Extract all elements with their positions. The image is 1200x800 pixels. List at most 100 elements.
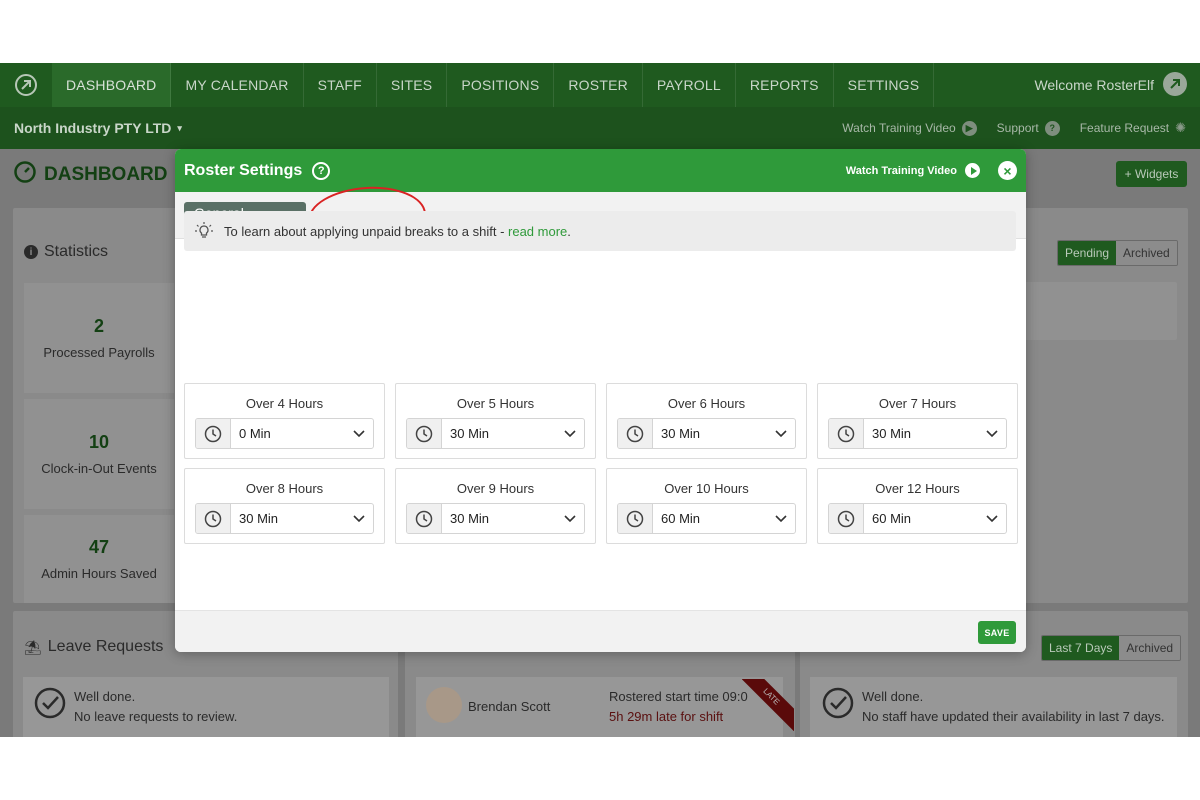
stat-label: Processed Payrolls: [43, 345, 155, 360]
availability-message: Well done. No staff have updated their a…: [862, 687, 1165, 727]
user-menu[interactable]: Welcome RosterElf: [1034, 63, 1200, 107]
nav-payroll[interactable]: PAYROLL: [643, 63, 736, 107]
clock-status: Rostered start time 09:0 5h 29m late for…: [609, 687, 748, 727]
check-circle-icon: [822, 687, 854, 724]
archived-toggle[interactable]: Archived: [1119, 636, 1181, 660]
nav-dashboard[interactable]: DASHBOARD: [52, 63, 172, 107]
clock-icon: [407, 504, 442, 533]
dashboard-title-text: DASHBOARD: [44, 164, 168, 185]
break-rule-box: Over 7 Hours 30 Min: [817, 383, 1018, 459]
nav-settings[interactable]: SETTINGS: [834, 63, 935, 107]
check-circle-icon: [34, 687, 66, 724]
avail-done-text: Well done.: [862, 689, 924, 704]
modal-training-video-link[interactable]: Watch Training Video: [846, 165, 957, 177]
support-link[interactable]: Support ?: [996, 120, 1060, 136]
break-rule-label: Over 5 Hours: [456, 396, 535, 411]
break-rule-box: Over 5 Hours 30 Min: [395, 383, 596, 459]
break-rule-label: Over 4 Hours: [245, 396, 324, 411]
break-duration-value: 30 Min: [450, 511, 490, 526]
training-video-label: Watch Training Video: [842, 121, 956, 135]
app-frame: DASHBOARD MY CALENDAR STAFF SITES POSITI…: [0, 63, 1200, 737]
modal-header: Roster Settings ? Watch Training Video ×: [175, 149, 1026, 192]
break-duration-select[interactable]: 60 Min: [617, 503, 796, 534]
dashboard-title: DASHBOARD: [14, 161, 168, 189]
break-duration-value: 30 Min: [872, 426, 912, 441]
company-name: North Industry PTY LTD: [14, 120, 172, 136]
break-rule-label: Over 10 Hours: [664, 481, 749, 496]
user-avatar-icon[interactable]: [1162, 71, 1188, 100]
read-more-link[interactable]: read more: [508, 224, 567, 239]
leave-requests-title: Leave Requests: [47, 638, 164, 655]
beach-icon: ⛱: [24, 638, 42, 655]
break-duration-select[interactable]: 0 Min: [195, 418, 374, 449]
break-rule-box: Over 10 Hours 60 Min: [606, 468, 807, 544]
break-duration-select[interactable]: 30 Min: [617, 418, 796, 449]
late-text: 5h 29m late for shift: [609, 709, 724, 724]
help-icon[interactable]: ?: [312, 161, 331, 180]
break-duration-select[interactable]: 30 Min: [195, 503, 374, 534]
nav-roster[interactable]: ROSTER: [554, 63, 643, 107]
leave-msg-text: No leave requests to review.: [74, 709, 238, 724]
stat-value: 2: [93, 316, 104, 336]
nav-sites[interactable]: SITES: [377, 63, 448, 107]
leave-requests-message: Well done. No leave requests to review.: [74, 687, 237, 727]
roster-settings-modal: Roster Settings ? Watch Training Video ×…: [175, 149, 1026, 652]
chevron-down-icon: [767, 419, 795, 448]
break-duration-select[interactable]: 30 Min: [406, 503, 585, 534]
pending-archived-toggle: Pending Archived: [1057, 240, 1178, 266]
lightbulb-icon: [194, 221, 214, 241]
welcome-text: Welcome RosterElf: [1034, 77, 1154, 93]
availability-toggle: Last 7 Days Archived: [1041, 635, 1182, 661]
stat-card: 10 Clock-in-Out Events: [24, 399, 174, 509]
late-badge: LATE: [742, 679, 794, 731]
archived-toggle[interactable]: Archived: [1116, 241, 1177, 265]
nav-staff[interactable]: STAFF: [304, 63, 377, 107]
sub-nav: North Industry PTY LTD ▾ Watch Training …: [0, 107, 1200, 149]
clock-icon: [618, 504, 653, 533]
clock-staff-name[interactable]: Brendan Scott: [468, 697, 550, 717]
leave-done-text: Well done.: [74, 689, 136, 704]
break-duration-value: 30 Min: [450, 426, 490, 441]
training-video-link[interactable]: Watch Training Video ▶: [842, 120, 977, 136]
modal-footer: SAVE: [175, 610, 1026, 652]
feature-request-link[interactable]: Feature Request ✺: [1080, 120, 1186, 136]
chevron-down-icon: [556, 419, 584, 448]
pending-toggle[interactable]: Pending: [1058, 241, 1117, 265]
nav-positions[interactable]: POSITIONS: [447, 63, 555, 107]
break-rule-label: Over 12 Hours: [875, 481, 960, 496]
unpaid-breaks-grid: Over 4 Hours 0 Min Over 5 Hours 30 Min O…: [184, 383, 1018, 544]
nav-my-calendar[interactable]: MY CALENDAR: [171, 63, 304, 107]
nav-reports[interactable]: REPORTS: [736, 63, 834, 107]
stat-card: 2 Processed Payrolls: [24, 283, 174, 393]
statistics-title: Statistics: [44, 243, 109, 260]
break-rule-label: Over 8 Hours: [245, 481, 324, 496]
modal-title: Roster Settings: [184, 161, 303, 179]
add-widgets-button[interactable]: + Widgets: [1116, 161, 1187, 187]
info-text: To learn about applying unpaid breaks to…: [224, 224, 571, 239]
chevron-down-icon: [556, 504, 584, 533]
close-icon[interactable]: ×: [998, 161, 1017, 180]
break-rule-box: Over 12 Hours 60 Min: [817, 468, 1018, 544]
stat-value: 47: [88, 537, 110, 557]
break-duration-value: 0 Min: [239, 426, 271, 441]
break-rule-label: Over 9 Hours: [456, 481, 535, 496]
break-duration-select[interactable]: 30 Min: [406, 418, 585, 449]
company-selector[interactable]: North Industry PTY LTD ▾: [14, 120, 182, 136]
stats-right-panel: [1024, 282, 1177, 340]
feature-request-label: Feature Request: [1079, 121, 1170, 135]
question-circle-icon: ?: [1044, 120, 1060, 136]
save-button[interactable]: SAVE: [978, 621, 1016, 644]
play-icon[interactable]: [965, 163, 980, 178]
break-duration-select[interactable]: 60 Min: [828, 503, 1007, 534]
logo-icon[interactable]: [0, 63, 52, 107]
rostered-start-text: Rostered start time 09:0: [609, 689, 748, 704]
last-7-days-toggle[interactable]: Last 7 Days: [1042, 636, 1120, 660]
break-duration-value: 60 Min: [872, 511, 912, 526]
info-bar: To learn about applying unpaid breaks to…: [184, 211, 1016, 251]
top-nav: DASHBOARD MY CALENDAR STAFF SITES POSITI…: [0, 63, 1200, 107]
late-ribbon: LATE: [742, 679, 794, 731]
avail-msg-text: No staff have updated their availability…: [862, 709, 1165, 724]
support-label: Support: [996, 121, 1039, 135]
break-duration-select[interactable]: 30 Min: [828, 418, 1007, 449]
break-duration-value: 30 Min: [661, 426, 701, 441]
